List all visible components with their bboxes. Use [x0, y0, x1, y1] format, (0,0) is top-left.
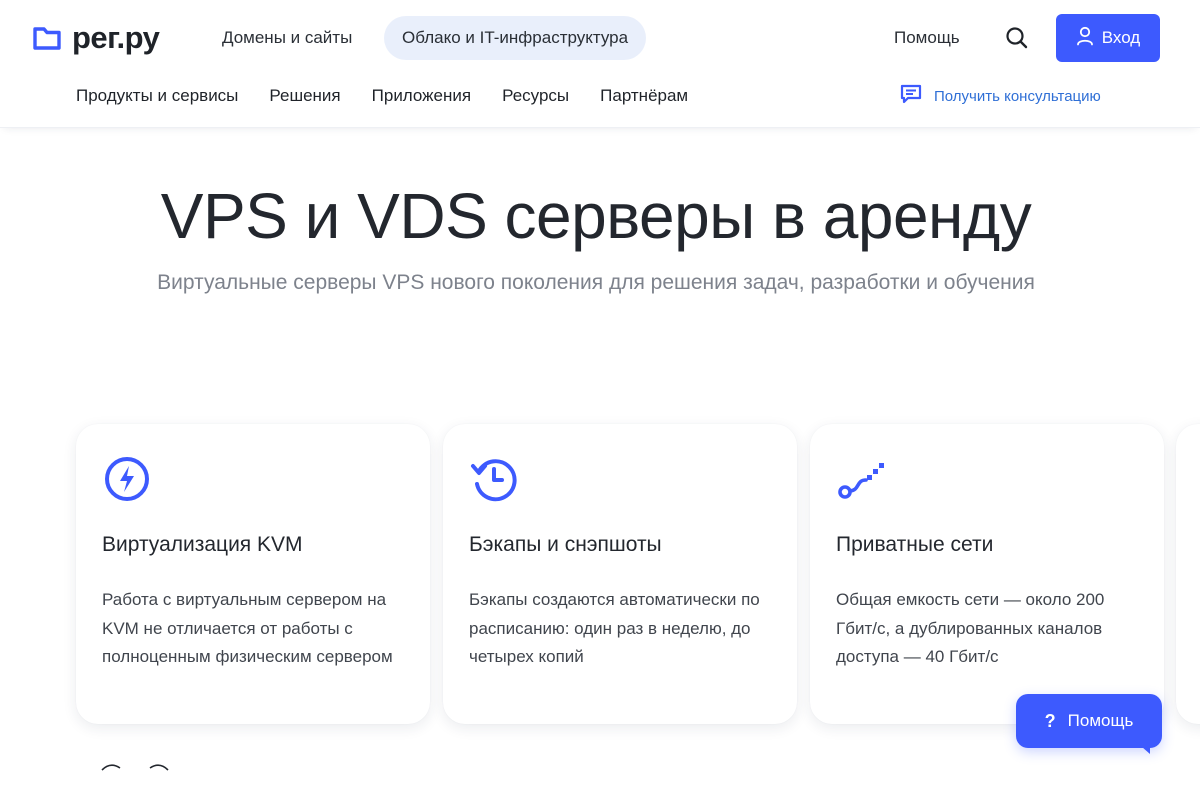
subnav-solutions[interactable]: Решения	[269, 78, 340, 114]
question-icon: ?	[1044, 710, 1056, 731]
sub-navigation: Продукты и сервисы Решения Приложения Ре…	[76, 78, 688, 114]
network-path-icon	[836, 454, 886, 504]
site-header: рег.ру Домены и сайты Облако и IT-инфрас…	[0, 0, 1200, 128]
consultation-link[interactable]: Получить консультацию	[900, 82, 1101, 110]
feature-description: Бэкапы создаются автоматически по распис…	[469, 590, 760, 666]
feature-card-backups: Бэкапы и снэпшоты Бэкапы создаются автом…	[443, 424, 797, 724]
user-icon	[1076, 26, 1094, 51]
login-label: Вход	[1101, 28, 1141, 47]
page-subtitle: Виртуальные серверы VPS нового поколения…	[157, 271, 1035, 294]
login-button[interactable]: Вход	[1056, 14, 1160, 62]
logo[interactable]: рег.ру	[32, 18, 160, 58]
feature-card-kvm: Виртуализация KVM Работа с виртуальным с…	[76, 424, 430, 724]
feature-card-next-partial	[1176, 424, 1200, 724]
folder-icon	[32, 25, 62, 51]
feature-description: Работа с виртуальным сервером на KVM не …	[102, 590, 393, 666]
partial-heading-cutoff	[100, 758, 170, 778]
consultation-label: Получить консультацию	[934, 87, 1101, 105]
help-link[interactable]: Помощь	[894, 16, 960, 60]
logo-text: рег.ру	[72, 20, 160, 55]
help-chat-tail	[1134, 740, 1150, 754]
subnav-partners[interactable]: Партнёрам	[600, 78, 688, 114]
feature-description: Общая емкость сети — около 200 Гбит/с, а…	[836, 590, 1105, 666]
nav-domains[interactable]: Домены и сайты	[222, 16, 352, 60]
search-icon[interactable]	[1003, 24, 1031, 52]
feature-title: Виртуализация KVM	[102, 533, 303, 556]
feature-title: Бэкапы и снэпшоты	[469, 533, 662, 556]
feature-card-networks: Приватные сети Общая емкость сети — окол…	[810, 424, 1164, 724]
feature-title: Приватные сети	[836, 533, 994, 556]
chat-icon	[900, 84, 922, 109]
help-chat-label: Помощь	[1067, 711, 1134, 730]
page-title: VPS и VDS серверы в аренду	[160, 180, 1032, 252]
history-clock-icon	[469, 454, 519, 504]
page: рег.ру Домены и сайты Облако и IT-инфрас…	[0, 0, 1200, 800]
subnav-products[interactable]: Продукты и сервисы	[76, 78, 238, 114]
subnav-resources[interactable]: Ресурсы	[502, 78, 569, 114]
subnav-apps[interactable]: Приложения	[372, 78, 471, 114]
lightning-icon	[102, 454, 152, 504]
nav-cloud-active[interactable]: Облако и IT-инфраструктура	[384, 16, 647, 60]
